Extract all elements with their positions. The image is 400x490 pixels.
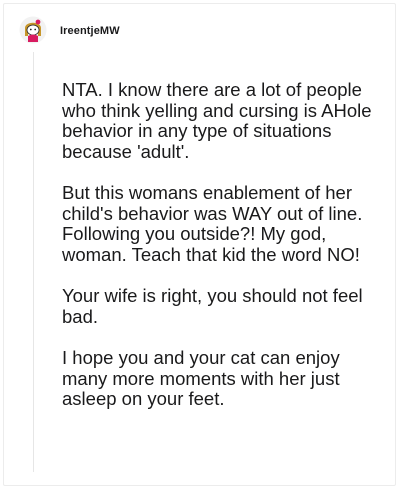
comment-paragraph: Your wife is right, you should not feel … <box>62 285 363 327</box>
comment-paragraph: NTA. I know there are a lot of people wh… <box>62 79 372 162</box>
thread-line[interactable] <box>33 52 34 472</box>
comment-paragraph: But this womans enablement of her child'… <box>62 182 363 265</box>
snoo-avatar-icon <box>19 16 47 44</box>
comment-body: NTA. I know there are a lot of people wh… <box>62 79 380 431</box>
username[interactable]: IreentjeMW <box>60 25 120 37</box>
avatar[interactable] <box>19 16 47 44</box>
comment-paragraph: I hope you and your cat can enjoy many m… <box>62 347 340 409</box>
